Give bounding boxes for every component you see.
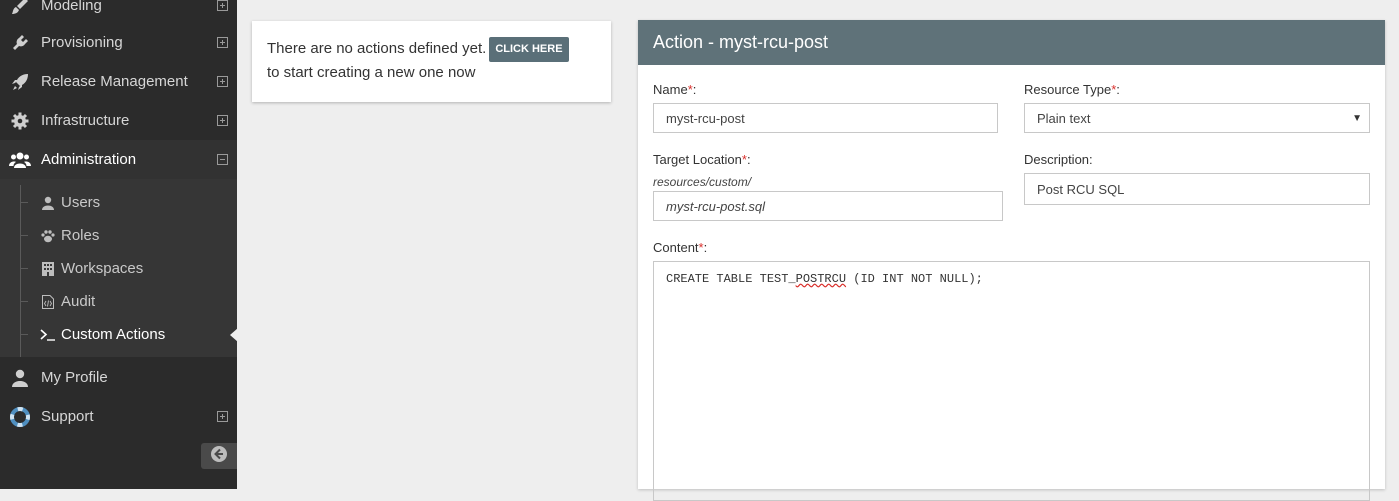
content-textarea[interactable]: CREATE TABLE TEST_POSTRCU (ID INT NOT NU… (653, 261, 1370, 501)
active-indicator (230, 327, 238, 342)
collapse-icon[interactable] (217, 154, 228, 165)
sidebar-item-label: Users (61, 194, 101, 211)
click-here-button[interactable]: CLICK HERE (489, 37, 569, 62)
terminal-icon (40, 327, 56, 343)
nav-item-label: Release Management (41, 73, 188, 90)
nav-item-provisioning[interactable]: Provisioning (0, 23, 237, 62)
sidebar-item-audit[interactable]: Audit (0, 285, 237, 318)
chevron-down-icon: ▼ (1352, 113, 1362, 124)
description-label: Description: (1024, 152, 1093, 167)
target-location-label: Target Location*: (653, 152, 751, 167)
building-icon (40, 261, 56, 277)
users-icon (9, 149, 31, 171)
nav-item-label: My Profile (41, 369, 108, 386)
user-icon (40, 195, 56, 211)
nav-item-label: Infrastructure (41, 112, 130, 129)
rocket-icon (9, 71, 31, 93)
sidebar-item-label: Audit (61, 293, 96, 310)
code-file-icon (40, 294, 56, 310)
expand-icon[interactable] (217, 411, 228, 422)
collapse-sidebar-button[interactable] (201, 443, 237, 469)
target-location-input[interactable]: myst-rcu-post.sql (653, 191, 1003, 221)
user-icon (9, 367, 31, 389)
name-input[interactable]: myst-rcu-post (653, 103, 998, 133)
nav-item-my-profile[interactable]: My Profile (0, 358, 237, 397)
nav-item-release-management[interactable]: Release Management (0, 62, 237, 101)
content-label: Content*: (653, 240, 708, 255)
action-form-panel: Action - myst-rcu-post Name*: myst-rcu-p… (638, 20, 1385, 501)
expand-icon[interactable] (217, 76, 228, 87)
description-input[interactable]: Post RCU SQL (1024, 173, 1370, 205)
nav-item-label: Administration (41, 151, 137, 168)
panel-title: Action - myst-rcu-post (653, 32, 829, 52)
expand-icon[interactable] (217, 37, 228, 48)
sidebar-item-label: Roles (61, 227, 100, 244)
message-text-continued: to start creating a new one now (267, 64, 476, 81)
sidebar-item-workspaces[interactable]: Workspaces (0, 252, 237, 285)
expand-icon[interactable] (217, 0, 228, 11)
sidebar: Modeling Provisioning Release Management… (0, 0, 238, 489)
nav-item-label: Support (41, 408, 94, 425)
nav-item-label: Provisioning (41, 34, 123, 51)
nav-item-support[interactable]: Support (0, 397, 237, 436)
brush-icon (9, 0, 31, 17)
nav-item-administration[interactable]: Administration (0, 140, 237, 179)
gear-icon (9, 110, 31, 132)
administration-submenu: Users Roles Workspaces Audit Custom Acti… (0, 179, 238, 357)
sidebar-item-users[interactable]: Users (0, 186, 237, 219)
empty-actions-card: There are no actions defined yet. CLICK H… (252, 21, 611, 102)
message-text: There are no actions defined yet. (267, 40, 487, 57)
sidebar-item-label: Custom Actions (61, 326, 166, 343)
name-label: Name*: (653, 82, 697, 97)
empty-actions-message: There are no actions defined yet. CLICK H… (267, 37, 569, 83)
sidebar-item-roles[interactable]: Roles (0, 219, 237, 252)
resource-type-label: Resource Type*: (1024, 82, 1120, 97)
nav-item-infrastructure[interactable]: Infrastructure (0, 101, 237, 140)
nav-item-label: Modeling (41, 0, 102, 14)
lifebuoy-icon (9, 406, 31, 428)
target-location-prefix: resources/custom/ (653, 175, 752, 189)
nav-item-modeling[interactable]: Modeling (0, 0, 237, 25)
expand-icon[interactable] (217, 115, 228, 126)
arrow-left-circle-icon (210, 445, 228, 468)
resource-type-select[interactable]: Plain text ▼ (1024, 103, 1370, 133)
sidebar-item-custom-actions[interactable]: Custom Actions (0, 318, 238, 351)
paw-icon (40, 228, 56, 244)
sidebar-item-label: Workspaces (61, 260, 144, 277)
plug-icon (9, 32, 31, 54)
panel-header: Action - myst-rcu-post (638, 20, 1385, 65)
